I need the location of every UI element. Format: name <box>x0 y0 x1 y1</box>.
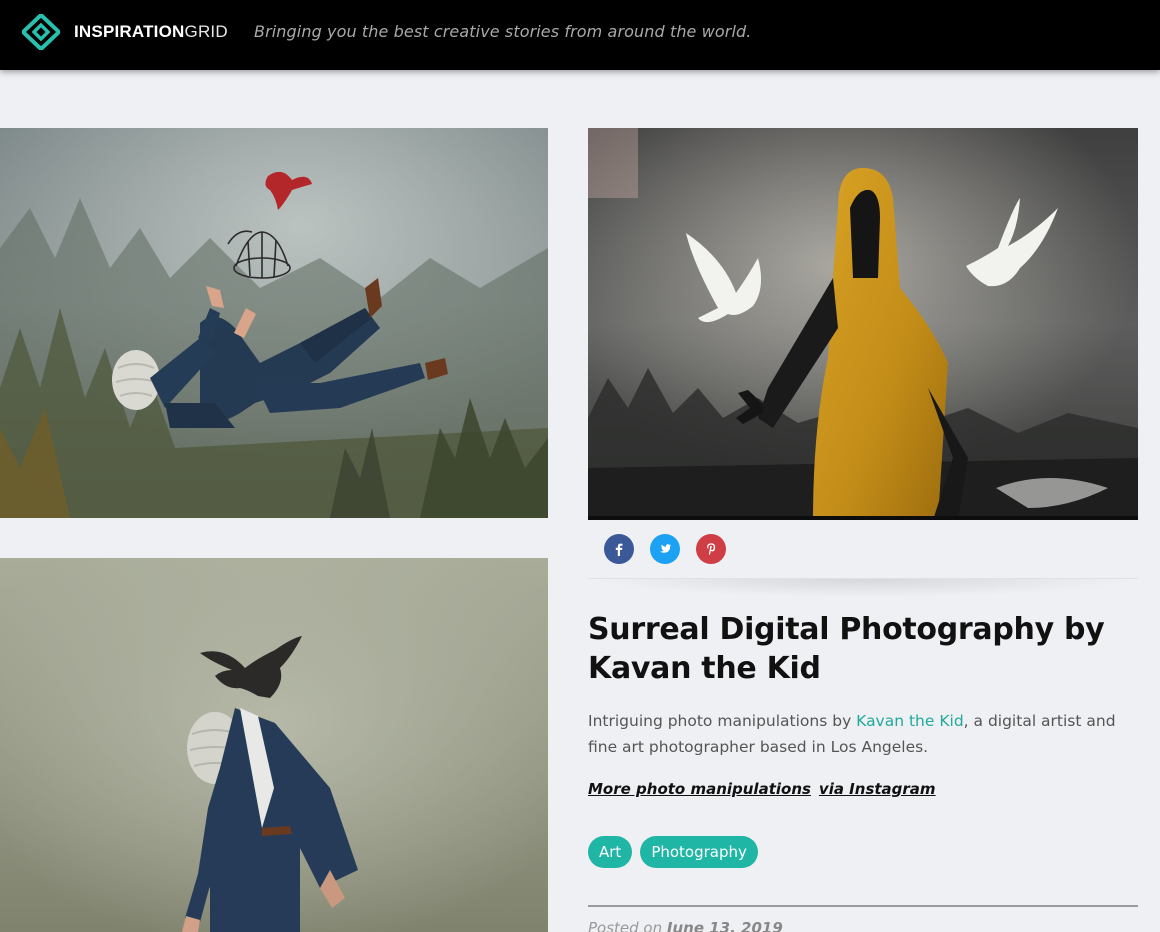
posted-prefix: Posted on <box>588 919 663 932</box>
photo-hooded-figure-doves[interactable] <box>588 128 1138 520</box>
site-tagline: Bringing you the best creative stories f… <box>254 22 752 41</box>
site-header: INSPIRATION GRID Bringing you the best cr… <box>0 0 1160 70</box>
brand-light-text: GRID <box>184 22 228 41</box>
article-title[interactable]: Surreal Digital Photography by Kavan the… <box>588 610 1108 688</box>
twitter-share-button[interactable] <box>650 534 680 564</box>
social-share-bar <box>604 534 726 564</box>
photo-falling-man[interactable] <box>0 128 548 518</box>
description-text-before: Intriguing photo manipulations by <box>588 712 857 730</box>
facebook-icon <box>615 543 623 556</box>
artist-link[interactable]: Kavan the Kid <box>856 712 964 730</box>
photo-raven-on-head[interactable] <box>0 558 548 932</box>
article-divider <box>588 905 1138 907</box>
pinterest-share-button[interactable] <box>696 534 726 564</box>
posted-date-value: June 13, 2019 <box>666 919 783 932</box>
via-instagram-link[interactable]: via Instagram <box>819 780 936 798</box>
posted-date: Posted on June 13, 2019 <box>588 919 783 932</box>
inspirationgrid-logo-icon[interactable] <box>22 14 60 50</box>
divider-shadow <box>588 579 1138 597</box>
social-divider <box>588 578 1138 598</box>
site-brand[interactable]: INSPIRATION GRID <box>74 22 228 44</box>
tag-art[interactable]: Art <box>588 836 633 868</box>
twitter-icon <box>660 544 671 553</box>
tag-list: Art Photography <box>588 836 758 868</box>
tag-photography[interactable]: Photography <box>640 836 758 868</box>
pinterest-icon <box>707 543 716 555</box>
facebook-share-button[interactable] <box>604 534 634 564</box>
more-photo-manipulations-link[interactable]: More photo manipulations <box>588 780 811 798</box>
article-description: Intriguing photo manipulations by Kavan … <box>588 708 1138 760</box>
brand-bold-text: INSPIRATION <box>74 22 185 41</box>
more-links: More photo manipulations via Instagram <box>588 780 936 798</box>
